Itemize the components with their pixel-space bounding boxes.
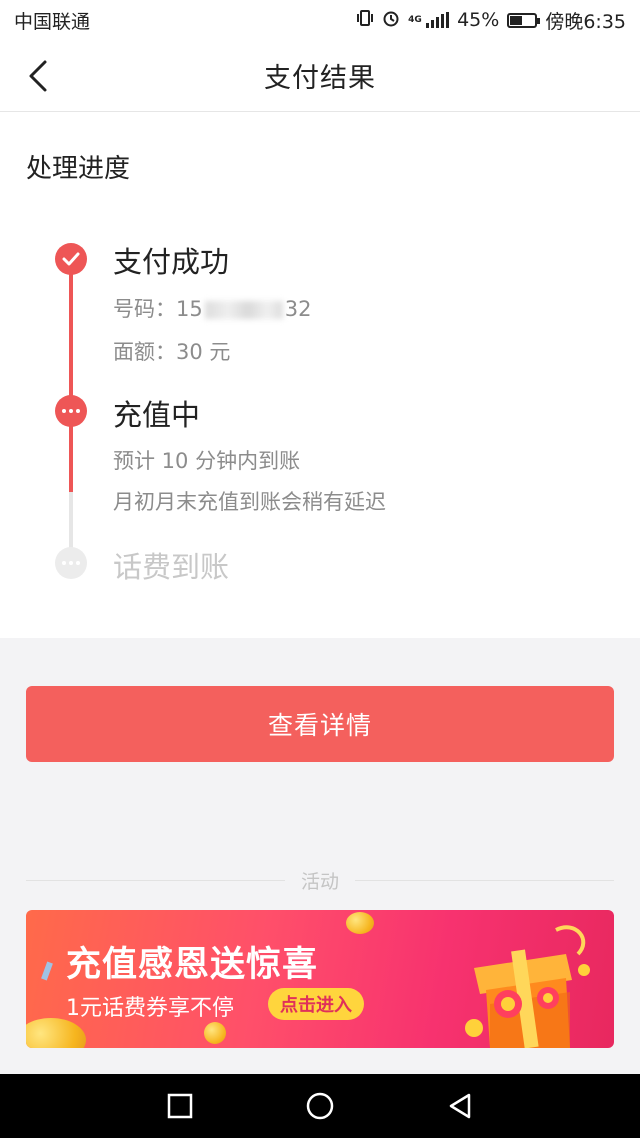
triangle-back-icon [449,1093,471,1119]
navigation-bar: 支付结果 [0,40,640,112]
banner-subtitle: 1元话费券享不停 [66,996,234,1021]
network-type: 4G [408,14,422,25]
banner-title: 充值感恩送惊喜 [66,945,319,985]
timeline-line-active [69,262,73,492]
recents-button[interactable] [158,1084,202,1128]
more-dots-icon [62,561,80,565]
divider-rule-left [26,879,285,881]
activity-divider: 活动 [26,866,615,894]
circle-home-icon [306,1092,334,1120]
step-detail-eta: 预计 10 分钟内到账 [113,449,301,473]
status-icons: 4G 45% 傍晚6:35 [356,7,626,34]
coin-decoration [204,1022,226,1044]
battery-percent: 45% [457,9,500,31]
enter-button[interactable]: 点击进入 [268,988,364,1020]
progress-timeline: 支付成功 号码：15 32 面额：30 元 充值中 预计 10 分钟内到账 月初月… [0,112,640,638]
home-button[interactable] [298,1084,342,1128]
clock: 傍晚6:35 [545,10,626,33]
redacted-mask [204,301,283,319]
carrier-name: 中国联通 [14,10,91,33]
coin-decoration [26,1018,86,1048]
more-dots-icon [62,409,80,413]
activity-section-label: 活动 [301,870,340,893]
chevron-left-icon [29,60,47,92]
gift-box-icon [465,925,590,1048]
sparkle-decoration [41,961,53,981]
number-label: 号码： [113,297,176,321]
system-navigation-bar [0,1074,640,1138]
view-details-button[interactable]: 查看详情 [26,686,614,762]
alarm-icon [382,9,400,32]
step-detail-number: 号码：15 32 [113,293,311,323]
progress-card: 处理进度 支付成功 号码：15 32 面额：30 元 充值中 预计 10 分钟内到… [0,112,640,638]
step-pending-indicator [55,547,87,579]
square-recents-icon [167,1093,193,1119]
step-done-indicator [55,243,87,275]
battery-icon [507,12,541,28]
amount-value: 30 元 [176,340,231,364]
step-title-recharging: 充值中 [113,398,201,432]
divider-rule-right [355,879,615,881]
back-button[interactable] [22,58,54,94]
number-prefix: 15 [176,297,203,321]
step-title-paid: 支付成功 [113,245,230,279]
step-progress-indicator [55,395,87,427]
step-detail-delay-note: 月初月末充值到账会稍有延迟 [113,490,386,514]
status-bar: 中国联通 4G 45% 傍晚6:35 [0,0,640,40]
step-title-credited: 话费到账 [113,550,230,584]
check-icon [62,252,80,266]
step-detail-amount: 面额：30 元 [113,336,230,366]
amount-label: 面额： [113,340,176,364]
vibrate-icon [356,9,374,32]
coin-decoration [346,912,374,934]
signal-icon [426,12,450,28]
number-suffix: 32 [284,297,312,321]
system-back-button[interactable] [438,1084,482,1128]
promo-banner[interactable]: 充值感恩送惊喜 1元话费券享不停 点击进入 [26,910,614,1048]
page-title: 支付结果 [264,63,376,94]
